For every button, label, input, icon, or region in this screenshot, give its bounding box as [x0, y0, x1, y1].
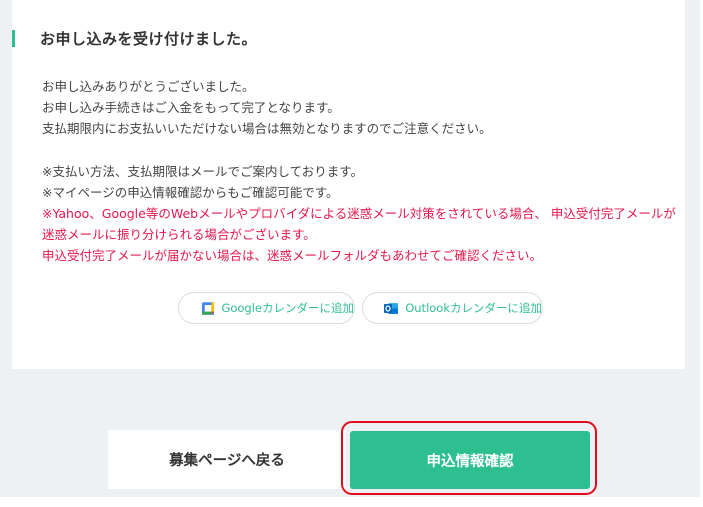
- add-google-calendar-button[interactable]: Googleカレンダーに追加: [178, 292, 355, 324]
- outlook-calendar-icon: [384, 302, 399, 314]
- intro-line: お申し込み手続きはご入金をもって完了となります。: [42, 100, 340, 115]
- heading-row: お申し込みを受け付けました。: [12, 28, 257, 48]
- heading-accent-bar: [12, 29, 15, 47]
- warning-line: 迷惑メールに振り分けられる場合がございます。: [42, 227, 316, 242]
- add-outlook-calendar-button[interactable]: Outlookカレンダーに追加: [362, 292, 543, 324]
- intro-message: お申し込みありがとうございました。 お申し込み手続きはご入金をもって完了となりま…: [42, 76, 492, 139]
- back-button-label: 募集ページへ戻る: [169, 453, 285, 469]
- google-calendar-icon: [202, 301, 215, 315]
- view-application-button[interactable]: 申込情報確認: [350, 431, 590, 489]
- back-to-listing-button[interactable]: 募集ページへ戻る: [108, 430, 346, 489]
- warning-line: ※Yahoo、Google等のWebメールやプロバイダによる迷惑メール対策をされ…: [42, 206, 676, 221]
- note-line: ※マイページの申込情報確認からもご確認可能です。: [42, 185, 339, 200]
- notes-message: ※支払い方法、支払期限はメールでご案内しております。 ※マイページの申込情報確認…: [42, 161, 676, 266]
- confirm-button-label: 申込情報確認: [426, 453, 514, 470]
- outlook-calendar-label: Outlookカレンダーに追加: [405, 301, 542, 315]
- intro-line: お申し込みありがとうございました。: [42, 79, 255, 94]
- intro-line: 支払期限内にお支払いいただけない場合は無効となりますのでご注意ください。: [42, 121, 492, 136]
- page: お申し込みを受け付けました。 お申し込みありがとうございました。 お申し込み手続…: [0, 0, 703, 507]
- warning-line: 申込受付完了メールが届かない場合は、迷惑メールフォルダもあわせてご確認ください。: [42, 248, 543, 263]
- page-title: お申し込みを受け付けました。: [40, 29, 258, 48]
- confirmation-card: お申し込みを受け付けました。 お申し込みありがとうございました。 お申し込み手続…: [12, 0, 685, 369]
- note-line: ※支払い方法、支払期限はメールでご案内しております。: [42, 164, 363, 179]
- google-calendar-label: Googleカレンダーに追加: [221, 301, 354, 315]
